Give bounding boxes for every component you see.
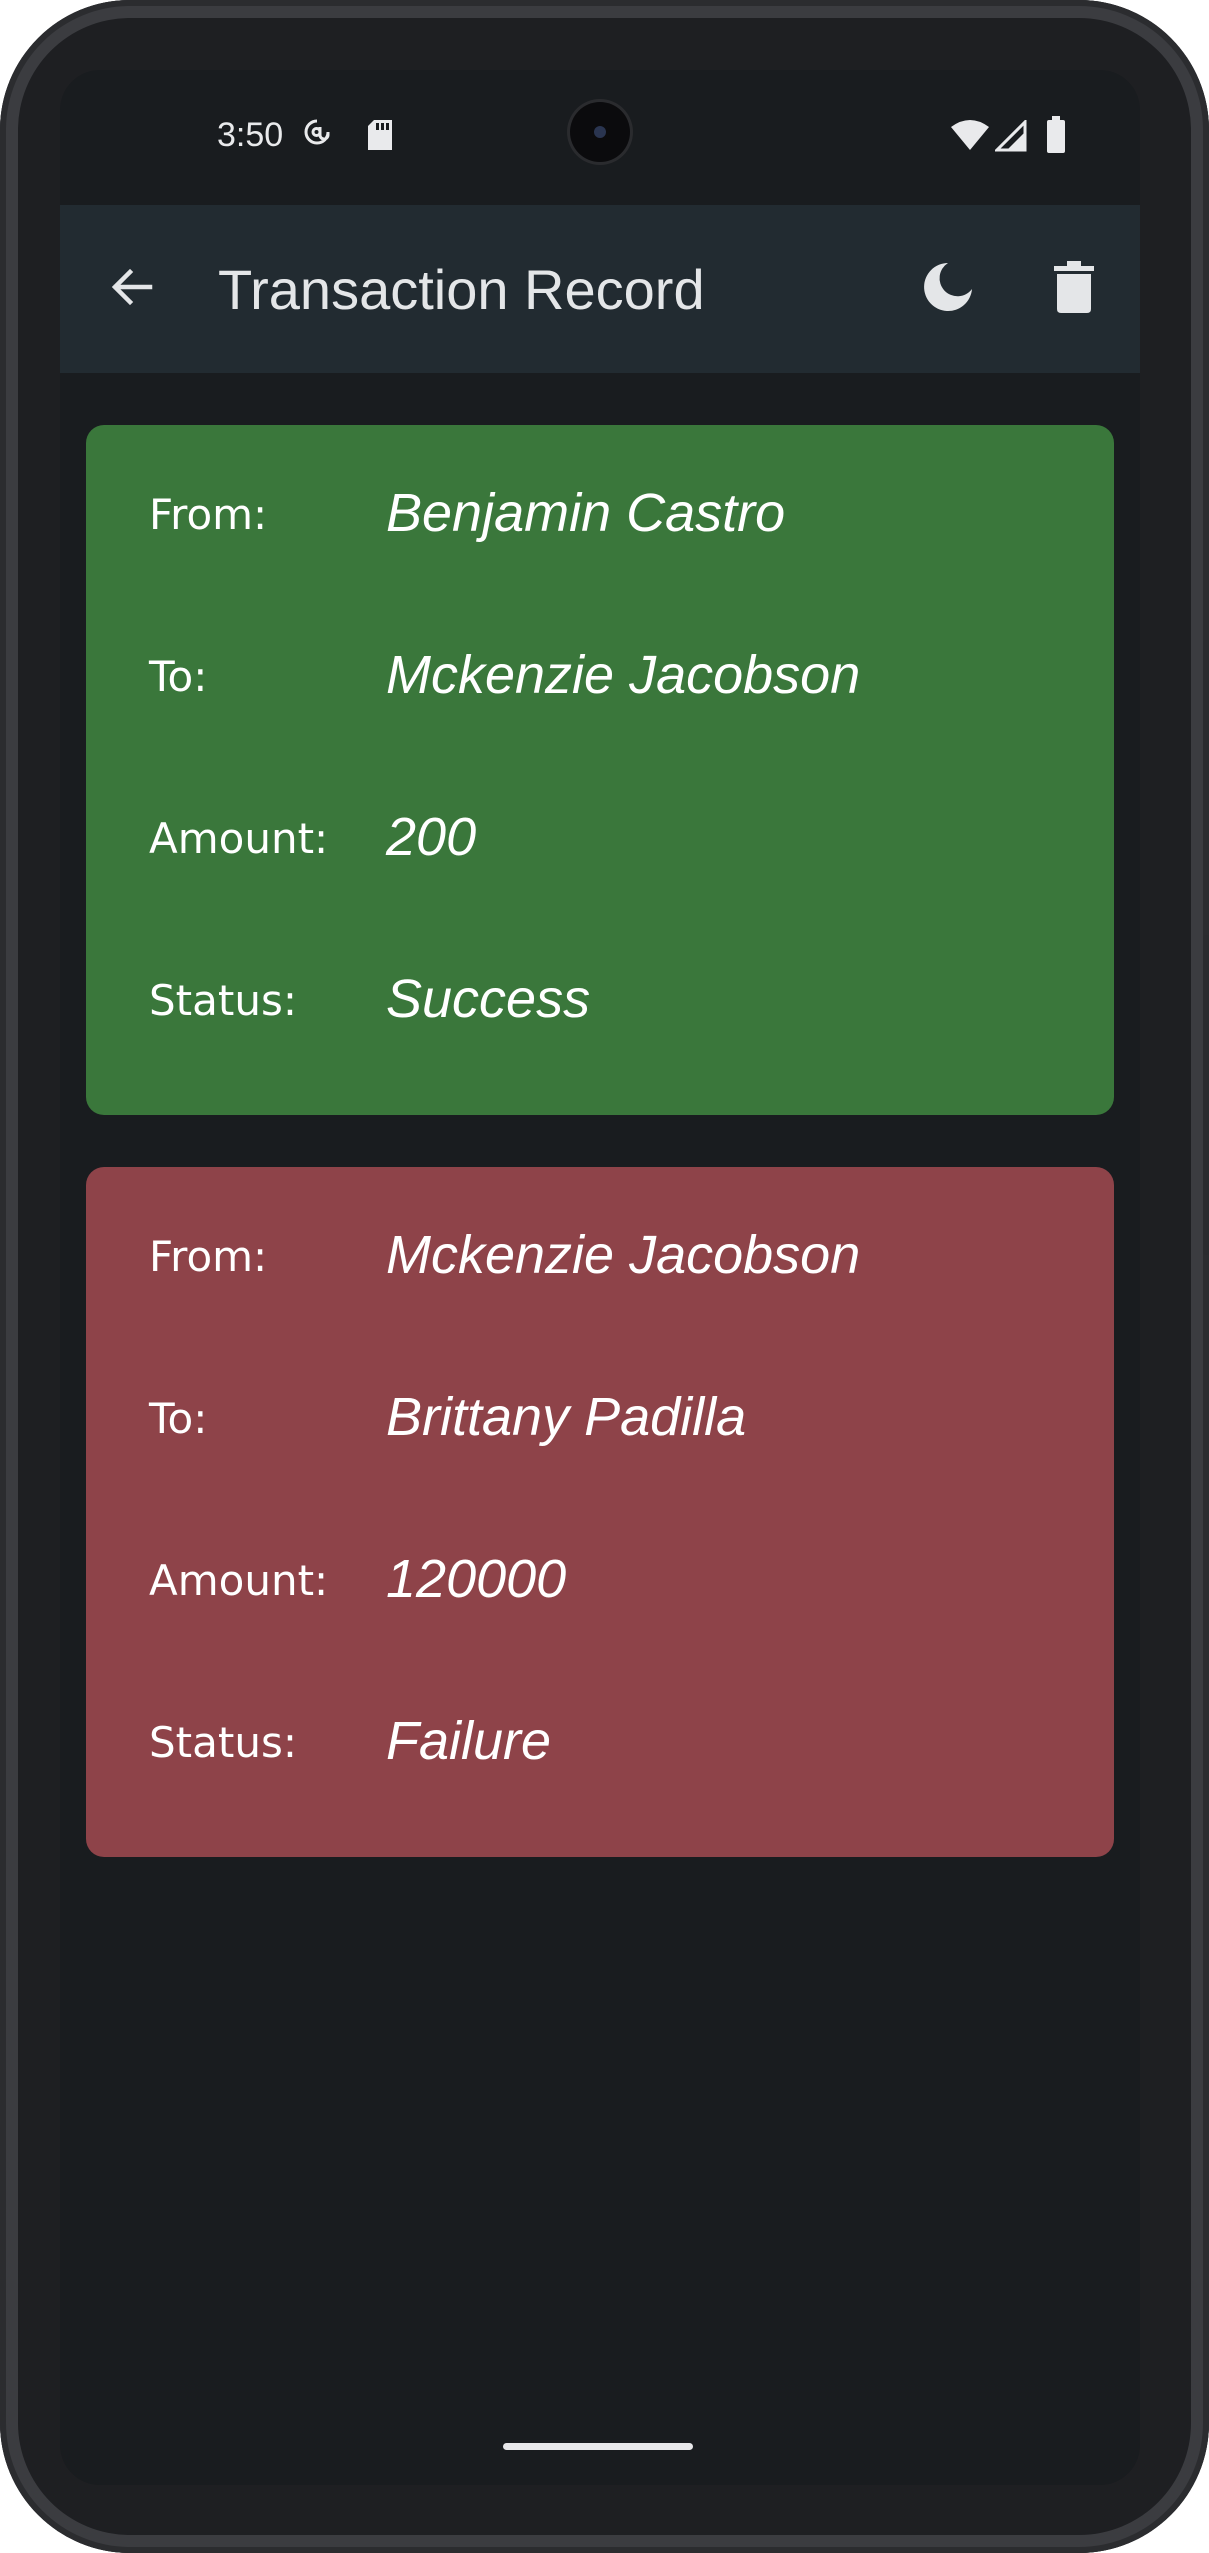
transaction-card: From: Mckenzie Jacobson To: Brittany Pad…	[86, 1167, 1114, 1857]
arrow-back-icon	[108, 264, 154, 314]
to-value: Brittany Padilla	[386, 1387, 747, 1447]
status-value: Failure	[386, 1711, 552, 1771]
front-camera	[570, 102, 630, 162]
screen: 3:50 Transaction Record From: Benjamin C…	[60, 70, 1140, 2485]
amount-value: 200	[386, 807, 477, 867]
transaction-card: From: Benjamin Castro To: Mckenzie Jacob…	[86, 425, 1114, 1115]
status-row: Status: Failure	[86, 1700, 1114, 1780]
dark-mode-button[interactable]	[908, 249, 988, 329]
from-label: From:	[149, 1232, 268, 1281]
dark-mode-icon	[920, 259, 976, 319]
to-label: To:	[149, 1394, 208, 1443]
status-time: 3:50	[217, 116, 284, 154]
amount-value: 120000	[386, 1549, 567, 1609]
delete-button[interactable]	[1034, 249, 1114, 329]
battery-icon	[1045, 116, 1067, 158]
power-button	[1203, 935, 1209, 1255]
app-bar: Transaction Record	[60, 205, 1140, 373]
amount-label: Amount:	[149, 814, 329, 863]
status-value: Success	[386, 969, 591, 1029]
from-row: From: Mckenzie Jacobson	[86, 1214, 1114, 1294]
status-bar: 3:50	[60, 70, 1140, 205]
amount-row: Amount: 200	[86, 796, 1114, 876]
status-label: Status:	[149, 976, 297, 1025]
to-label: To:	[149, 652, 208, 701]
from-row: From: Benjamin Castro	[86, 472, 1114, 552]
back-button[interactable]	[91, 249, 171, 329]
page-title: Transaction Record	[218, 258, 705, 321]
volume-button	[1203, 640, 1209, 800]
from-value: Mckenzie Jacobson	[386, 1225, 861, 1285]
from-label: From:	[149, 490, 268, 539]
status-label: Status:	[149, 1718, 297, 1767]
to-row: To: Mckenzie Jacobson	[86, 634, 1114, 714]
amount-label: Amount:	[149, 1556, 329, 1605]
delete-icon	[1054, 261, 1094, 317]
at-sign-icon	[303, 118, 331, 156]
from-value: Benjamin Castro	[386, 483, 786, 543]
to-row: To: Brittany Padilla	[86, 1376, 1114, 1456]
home-indicator[interactable]	[503, 2443, 693, 2450]
to-value: Mckenzie Jacobson	[386, 645, 861, 705]
wifi-icon	[950, 120, 990, 156]
sd-card-icon	[366, 118, 394, 156]
amount-row: Amount: 120000	[86, 1538, 1114, 1618]
signal-icon	[993, 118, 1027, 156]
phone-frame: 3:50 Transaction Record From: Benjamin C…	[0, 0, 1209, 2553]
status-row: Status: Success	[86, 958, 1114, 1038]
